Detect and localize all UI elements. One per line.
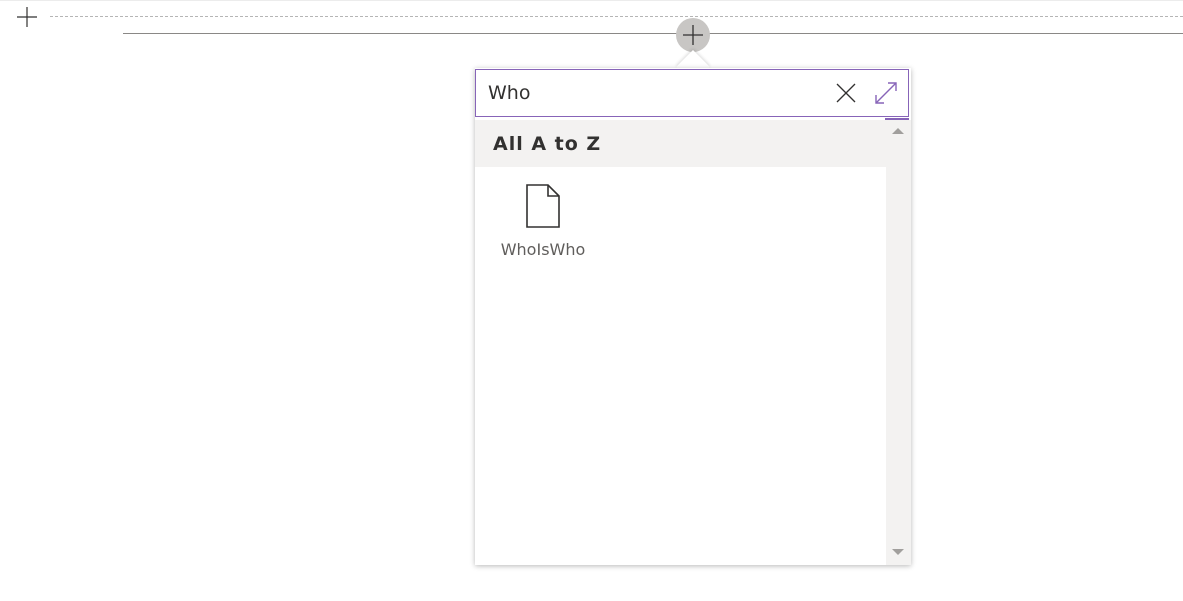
results-list: All A to Z WhoIsWho: [475, 120, 886, 565]
webpart-tile-whoiswho[interactable]: WhoIsWho: [493, 182, 593, 272]
plus-icon: [683, 25, 703, 45]
section-divider: [50, 16, 1183, 17]
plus-icon: [17, 7, 37, 27]
group-header: All A to Z: [475, 120, 886, 167]
triangle-down-icon[interactable]: [892, 549, 904, 555]
search-input[interactable]: [476, 72, 828, 114]
close-icon: [836, 83, 856, 103]
expand-toolbox-button[interactable]: [864, 73, 908, 113]
webpart-insert-line: [123, 33, 1183, 34]
add-webpart-button[interactable]: [676, 18, 710, 52]
expand-icon: [875, 82, 897, 104]
page-canvas: All A to Z WhoIsWho: [0, 0, 1183, 601]
webpart-tile-label: WhoIsWho: [500, 240, 586, 259]
scrollbar[interactable]: [886, 120, 911, 565]
top-border: [0, 0, 1183, 1]
clear-search-button[interactable]: [828, 73, 864, 113]
document-icon: [526, 184, 560, 228]
webpart-toolbox-flyout: All A to Z WhoIsWho: [475, 68, 911, 565]
search-box: [475, 69, 909, 117]
add-section-button[interactable]: [14, 4, 40, 30]
triangle-up-icon[interactable]: [892, 128, 904, 134]
